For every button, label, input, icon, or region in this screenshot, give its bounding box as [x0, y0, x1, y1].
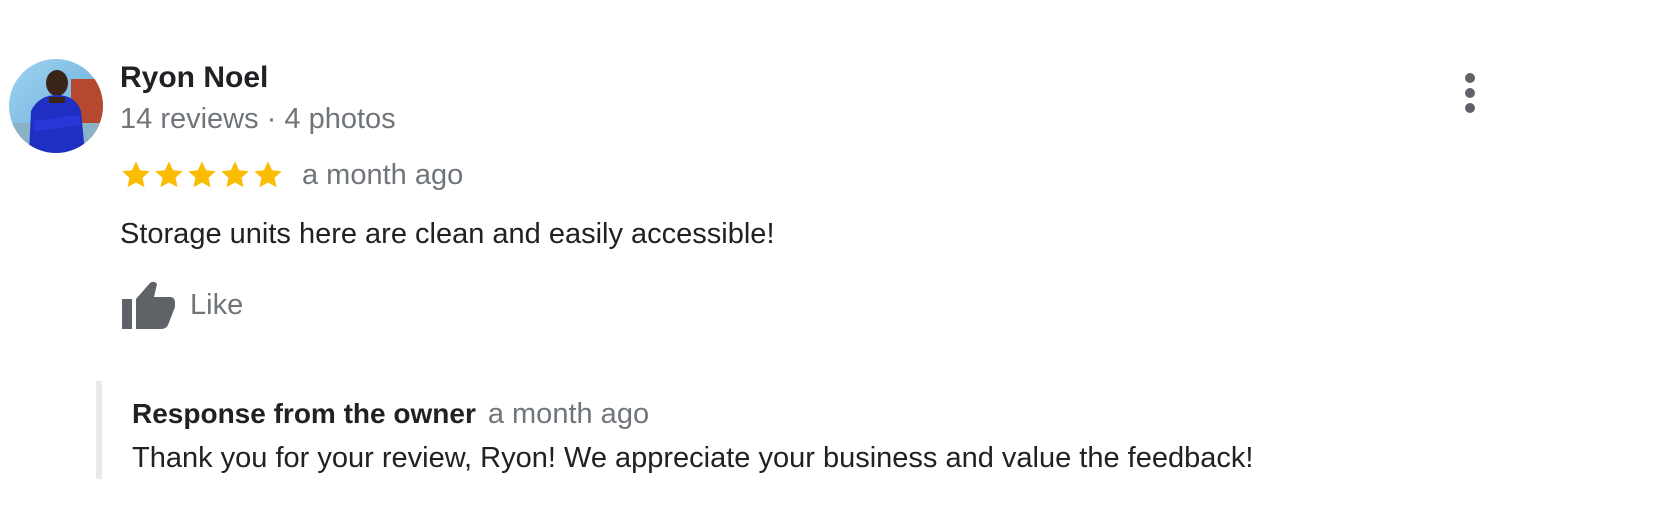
star-icon [155, 161, 183, 188]
star-icon [254, 161, 282, 188]
star-icon [188, 161, 216, 188]
review-text: Storage units here are clean and easily … [120, 218, 775, 250]
review-date: a month ago [302, 159, 464, 191]
reviewer-stats[interactable]: 14 reviews · 4 photos [120, 100, 396, 138]
star-icon [122, 161, 150, 188]
response-title: Response from the owner [132, 398, 476, 429]
response-date: a month ago [487, 398, 650, 430]
reviewer-avatar[interactable] [9, 59, 103, 153]
owner-response: Response from the owner a month ago Than… [96, 381, 1402, 479]
review-card: Ryon Noel 14 reviews · 4 photos a month … [0, 0, 1657, 528]
star-icon [221, 161, 249, 188]
rating-row: a month ago [120, 155, 463, 195]
reviewer-name[interactable]: Ryon Noel [120, 58, 268, 98]
avatar-image [9, 59, 103, 153]
response-text: Thank you for your review, Ryon! We appr… [132, 442, 1254, 474]
like-label: Like [190, 289, 244, 321]
more-options-button[interactable] [1452, 66, 1488, 120]
like-button[interactable]: Like [120, 278, 243, 332]
thumb-up-icon [122, 281, 175, 329]
more-vert-icon [1465, 73, 1475, 113]
response-header: Response from the owner a month ago [132, 395, 649, 433]
star-rating [120, 159, 284, 191]
